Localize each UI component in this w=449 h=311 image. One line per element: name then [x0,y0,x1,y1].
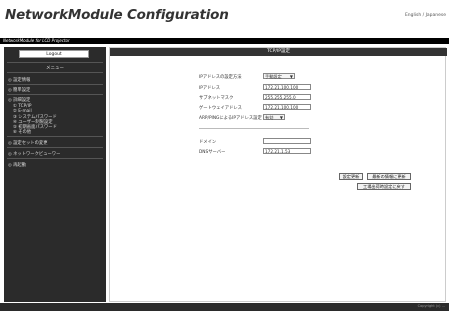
form-divider [199,128,309,129]
sidebar-divider [7,84,103,85]
sidebar-item-status[interactable]: ◎ 設定情報 [8,77,30,83]
subnet-input[interactable]: 255.255.255.0 [263,94,311,100]
ip-method-value: 手動設定 [265,74,282,79]
chevron-down-icon: ▼ [279,115,283,120]
subnet-label: サブネットマスク [199,96,234,101]
dns-label: DNSサーバー [199,150,226,155]
ip-address-label: IPアドレス [199,86,221,91]
subheader-text: NetworkModule for LCD Projector [3,38,70,43]
dns-input[interactable]: 172.21.1.53 [263,148,311,154]
update-button[interactable]: 設定更新 [339,173,363,180]
arp-select[interactable]: 有効 ▼ [263,114,285,120]
gateway-label: ゲートウェイアドレス [199,106,242,111]
page-title: NetworkModule Configuration [5,7,229,23]
sidebar-menu-title: メニュー [46,66,64,71]
sidebar-subitem-other[interactable]: ⑥ その他 [13,129,31,135]
app-window: NetworkModule Configuration English / Ja… [0,0,449,311]
domain-label: ドメイン [199,140,217,145]
sidebar-item-reboot[interactable]: ◎ 再起動 [8,162,26,168]
language-link[interactable]: English / Japanese [405,13,446,18]
sidebar-divider [7,158,103,159]
ip-method-label: IPアドレスの設定方法 [199,75,242,80]
subheader-bar: NetworkModule for LCD Projector [0,38,449,44]
sidebar: Logout メニュー ◎ 設定情報 ◎ 簡単設定 ◎ 詳細設定 ① TCP/I… [4,47,106,302]
sidebar-divider [7,136,103,137]
gateway-input[interactable]: 172.21.100.100 [263,104,311,110]
logout-button[interactable]: Logout [19,50,89,58]
sidebar-divider [7,147,103,148]
footer-copyright: Copyright (c) ... [417,304,445,308]
refresh-button[interactable]: 最新の情報に更新 [367,173,411,180]
sidebar-item-network-viewer[interactable]: ◎ ネットワークビューワー [8,151,60,157]
chevron-down-icon: ▼ [289,74,293,79]
section-title: TCP/IP設定 [110,48,447,56]
arp-label: ARP/PINGによるIPアドレス設定 [199,116,262,121]
footer-bar: Copyright (c) ... [0,303,449,311]
arp-value: 有効 [265,115,274,120]
sidebar-item-change-set[interactable]: ◎ 設定セットの変更 [8,140,48,146]
ip-method-select[interactable]: 手動設定 ▼ [263,73,295,79]
sidebar-item-advanced[interactable]: ◎ 詳細設定 [8,97,30,103]
sidebar-divider [7,62,103,63]
factory-reset-button[interactable]: 工場出荷時設定に戻す [357,183,411,190]
main-panel: TCP/IP設定 IPアドレスの設定方法 手動設定 ▼ IPアドレス 172.2… [109,47,447,302]
domain-input[interactable] [263,138,311,144]
ip-address-input[interactable]: 172.21.100.100 [263,84,311,90]
sidebar-divider [7,72,103,73]
sidebar-item-easy-setup[interactable]: ◎ 簡単設定 [8,87,30,93]
sidebar-divider [7,94,103,95]
